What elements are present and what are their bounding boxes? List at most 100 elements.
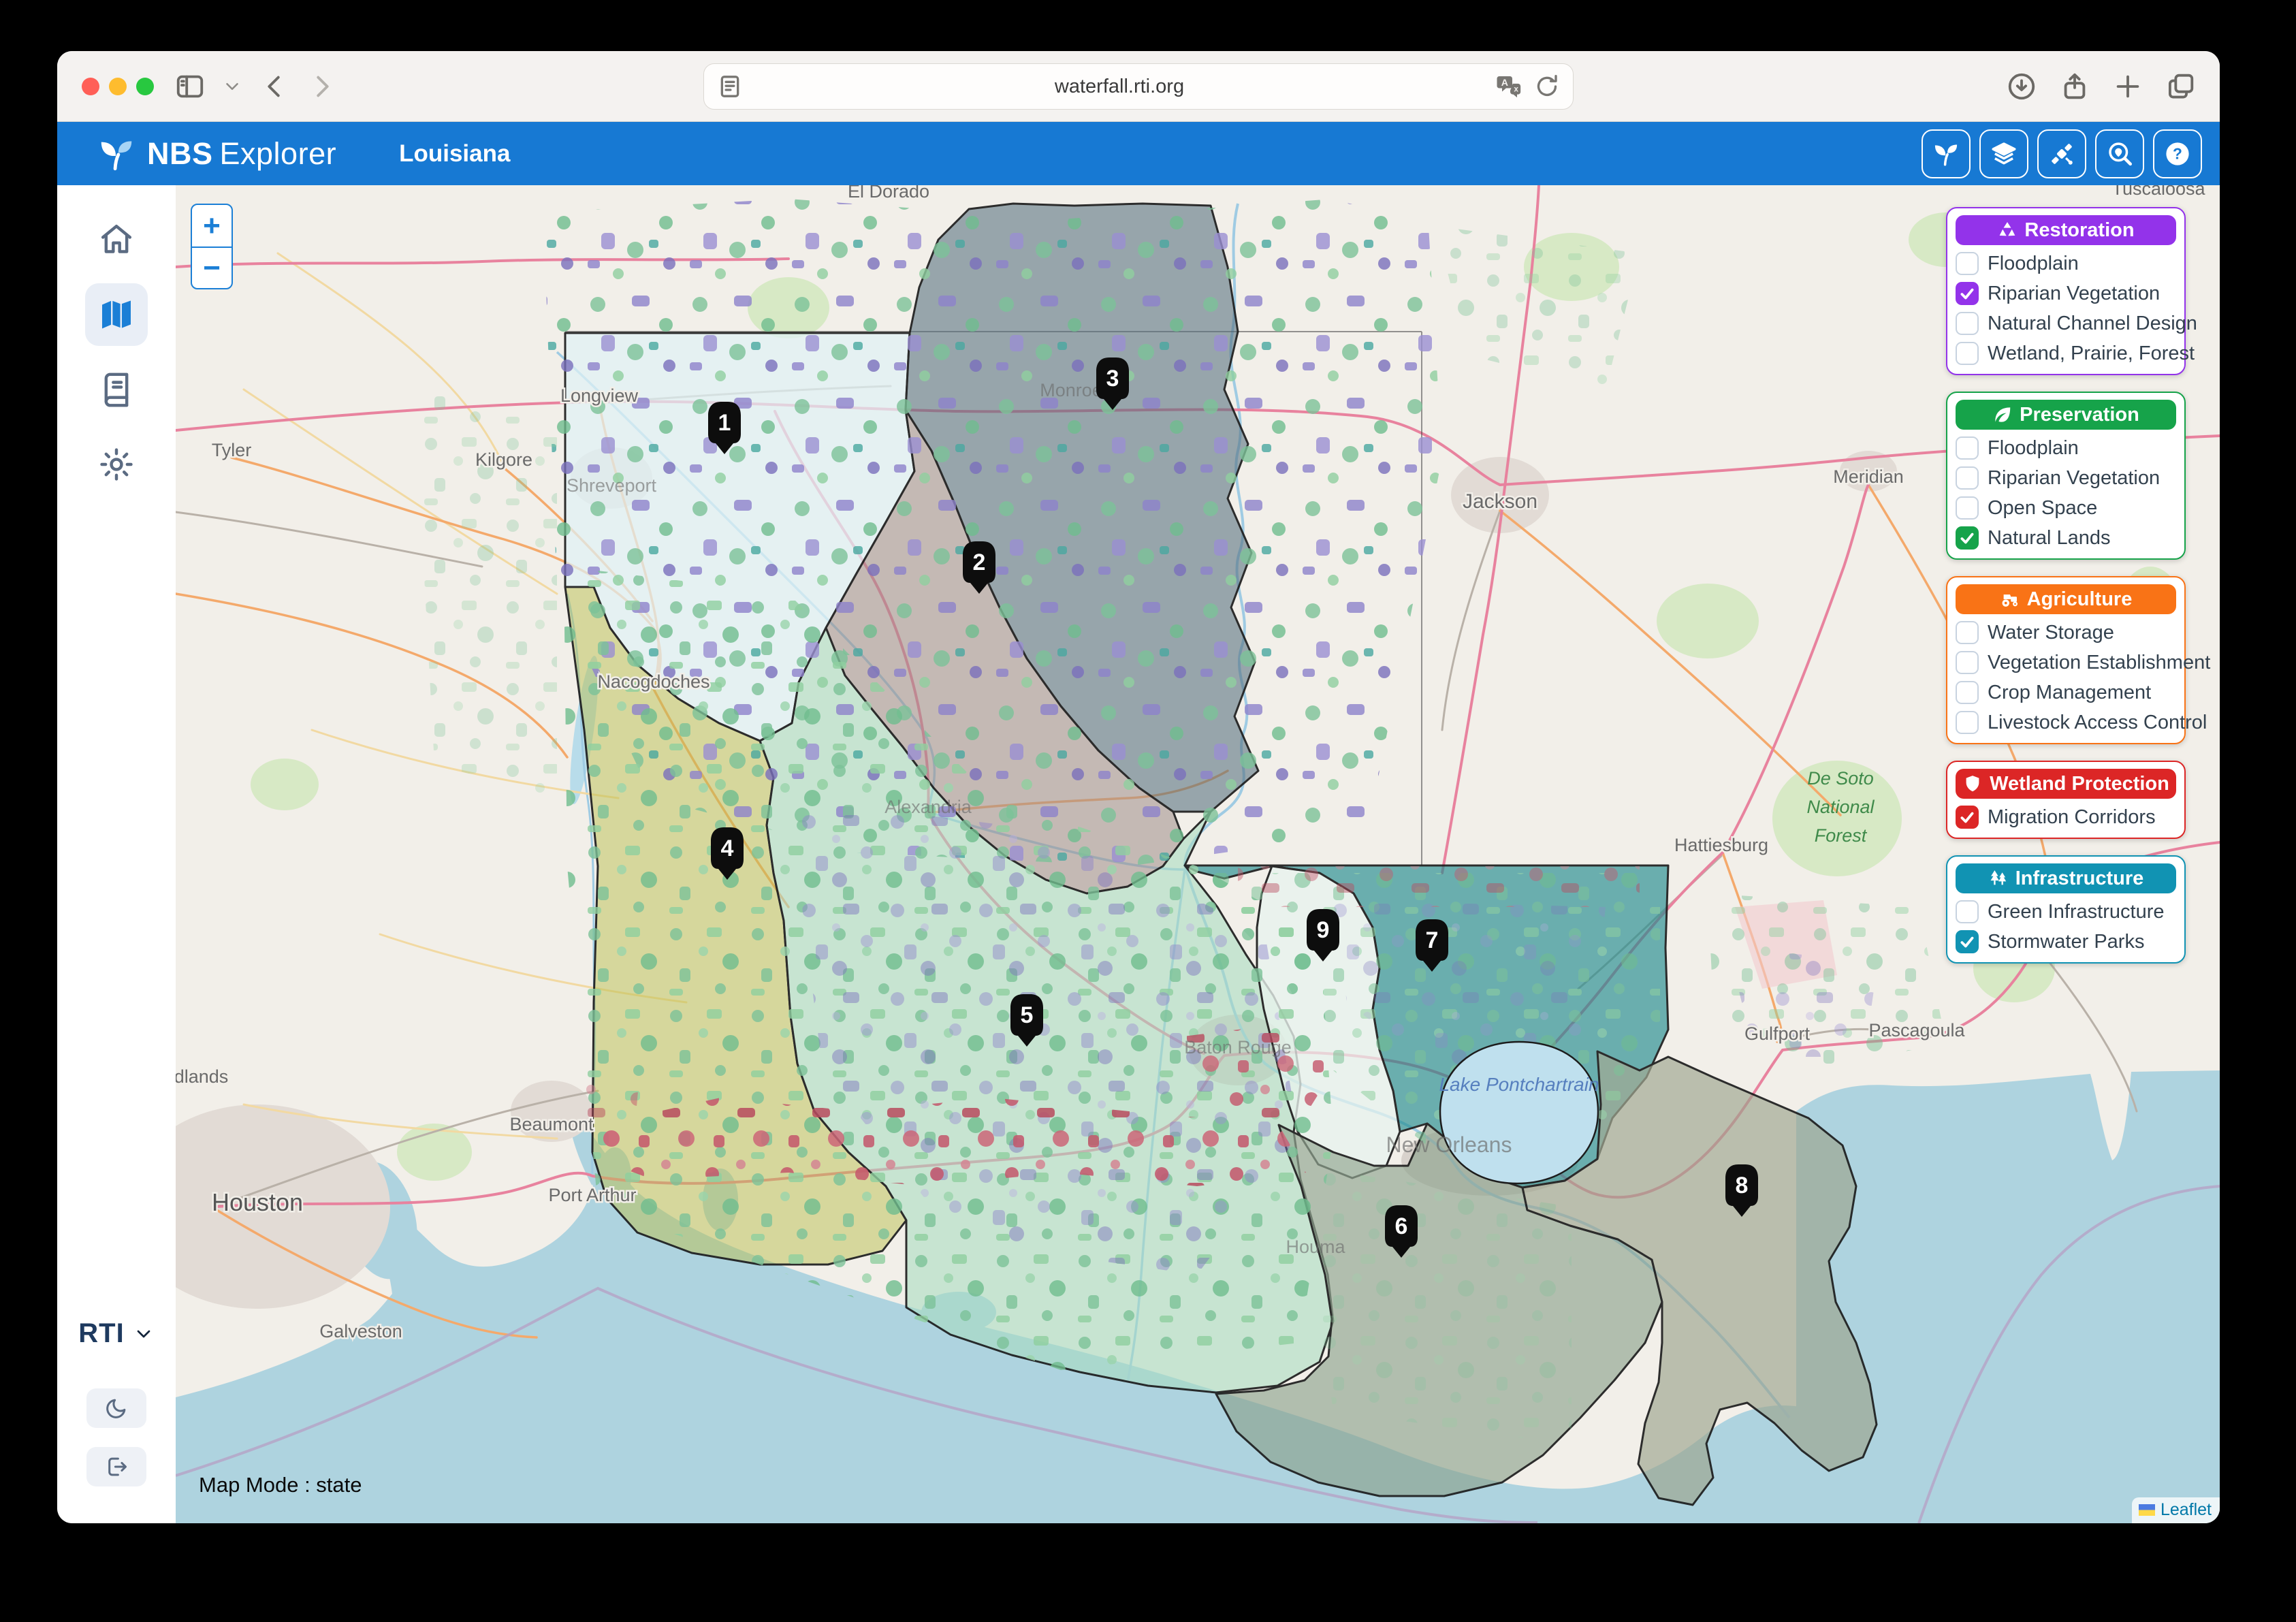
preservation-open-space-label: Open Space [1988,497,2097,520]
region-title: Louisiana [399,140,510,168]
restoration-floodplain-label: Floodplain [1988,253,2079,275]
sidebar-nav-home[interactable] [85,208,148,271]
app-header: NBSExplorer Louisiana ? [57,122,2220,185]
map-label-new-orleans: New Orleans [1386,1132,1512,1157]
infrastructure-green-infrastructure-checkbox[interactable] [1956,900,1979,923]
restoration-wetland-prairie-forest-checkbox[interactable] [1956,342,1979,365]
map-label-kilgore: Kilgore [475,449,532,470]
chevron-down-icon[interactable] [222,76,242,97]
wetland-protection-item-migration-corridors: Migration Corridors [1956,806,2176,829]
map-label-alexandria: Alexandria [884,797,972,817]
infrastructure-stormwater-parks-checkbox[interactable] [1956,930,1979,953]
sidebar-nav-map[interactable] [85,283,148,346]
map-label-houma: Houma [1286,1237,1345,1257]
wetland-protection-header[interactable]: Wetland Protection [1956,769,2176,799]
preservation-item-floodplain: Floodplain [1956,436,2176,460]
share-icon[interactable] [2059,71,2090,102]
map-label-lake-pontchartrain: Lake Pontchartrain [1439,1074,1599,1095]
map-label-meridian: Meridian [1833,466,1904,487]
sidebar-nav-settings[interactable] [85,433,148,496]
settings-icon [97,445,135,483]
restoration-riparian-vegetation-label: Riparian Vegetation [1988,283,2160,305]
tabs-icon[interactable] [2165,71,2197,102]
minimize-window-button[interactable] [109,78,127,95]
plus-icon[interactable] [2112,71,2143,102]
map-label-tyler: Tyler [212,440,252,460]
zoom-in-button[interactable]: + [192,205,232,247]
svg-text:5: 5 [1021,1002,1034,1028]
sidebar-icon[interactable] [174,71,206,102]
panel-agriculture: AgricultureWater StorageVegetation Estab… [1946,576,2186,744]
search-location-button[interactable] [2095,129,2144,178]
preservation-riparian-vegetation-checkbox[interactable] [1956,466,1979,490]
agriculture-crop-management-checkbox[interactable] [1956,681,1979,704]
infrastructure-item-green-infrastructure: Green Infrastructure [1956,900,2176,923]
map-canvas[interactable]: El DoradoTuscaloosaTylerLongviewKilgoreN… [176,185,2220,1523]
restoration-header[interactable]: Restoration [1956,215,2176,245]
map-icon [97,296,135,334]
zoom-out-button[interactable]: − [192,247,232,288]
app-title: NBSExplorer [147,136,336,172]
leaf-icon [1992,404,2013,425]
preservation-natural-lands-checkbox[interactable] [1956,526,1979,550]
agriculture-livestock-access-control-label: Livestock Access Control [1988,712,2207,734]
chevron-left-icon[interactable] [259,71,290,102]
moon-button[interactable] [86,1388,146,1428]
url-bar[interactable]: waterfall.rti.org Ax [703,63,1574,110]
preservation-floodplain-checkbox[interactable] [1956,436,1979,460]
map-label-beaumont: Beaumont [509,1114,594,1134]
agriculture-item-crop-management: Crop Management [1956,681,2176,704]
restoration-floodplain-checkbox[interactable] [1956,252,1979,275]
agriculture-item-livestock-access-control: Livestock Access Control [1956,711,2176,734]
agriculture-header[interactable]: Agriculture [1956,584,2176,614]
svg-text:A: A [1501,78,1508,89]
reader-icon[interactable] [716,91,744,103]
svg-text:9: 9 [1317,917,1330,943]
preservation-open-space-checkbox[interactable] [1956,496,1979,520]
agriculture-vegetation-establishment-checkbox[interactable] [1956,651,1979,674]
agriculture-item-vegetation-establishment: Vegetation Establishment [1956,651,2176,674]
map-label-pascagoula: Pascagoula [1868,1020,1965,1040]
agriculture-water-storage-checkbox[interactable] [1956,621,1979,644]
preservation-item-natural-lands: Natural Lands [1956,526,2176,550]
restoration-natural-channel-design-checkbox[interactable] [1956,312,1979,335]
agriculture-vegetation-establishment-label: Vegetation Establishment [1988,652,2210,674]
restoration-riparian-vegetation-checkbox[interactable] [1956,282,1979,305]
translate-icon[interactable]: Ax [1495,73,1522,100]
close-window-button[interactable] [82,78,99,95]
recycle-icon [1997,220,2018,240]
org-menu[interactable]: RTI [78,1318,154,1349]
panel-wetland-protection: Wetland Protection Migration Corridors [1946,761,2186,839]
restoration-item-wetland-prairie-forest: Wetland, Prairie, Forest [1956,342,2176,365]
satellite-button[interactable] [2037,129,2086,178]
nbs-explorer-logo-icon [97,134,136,174]
map-label-national: National [1806,797,1875,817]
wetland-protection-title: Wetland Protection [1990,773,2169,795]
restoration-natural-channel-design-label: Natural Channel Design [1988,313,2197,335]
leaflet-attribution[interactable]: Leaflet [2132,1497,2220,1523]
help-button[interactable]: ? [2153,129,2202,178]
layers-button[interactable] [1979,129,2028,178]
download-icon[interactable] [2006,71,2037,102]
chevron-right-icon[interactable] [306,71,338,102]
infrastructure-title: Infrastructure [2015,868,2144,890]
moon-icon [103,1395,129,1421]
wetland-protection-migration-corridors-checkbox[interactable] [1956,806,1979,829]
logout-button[interactable] [86,1447,146,1486]
sidebar-nav-book[interactable] [85,358,148,421]
map-label-baton-rouge: Baton Rouge [1184,1037,1292,1058]
url-text: waterfall.rti.org [744,76,1495,98]
sprout-button[interactable] [1922,129,1971,178]
svg-text:7: 7 [1426,927,1439,953]
agriculture-livestock-access-control-checkbox[interactable] [1956,711,1979,734]
infrastructure-stormwater-parks-label: Stormwater Parks [1988,931,2144,953]
restoration-wetland-prairie-forest-label: Wetland, Prairie, Forest [1988,343,2195,365]
book-icon [97,370,135,409]
infrastructure-header[interactable]: Infrastructure [1956,863,2176,893]
maximize-window-button[interactable] [136,78,154,95]
preservation-header[interactable]: Preservation [1956,400,2176,430]
map-label-forest: Forest [1815,825,1868,846]
reload-icon[interactable] [1533,73,1561,100]
satellite-icon [2047,140,2076,168]
map-label-el-dorado: El Dorado [848,185,929,202]
